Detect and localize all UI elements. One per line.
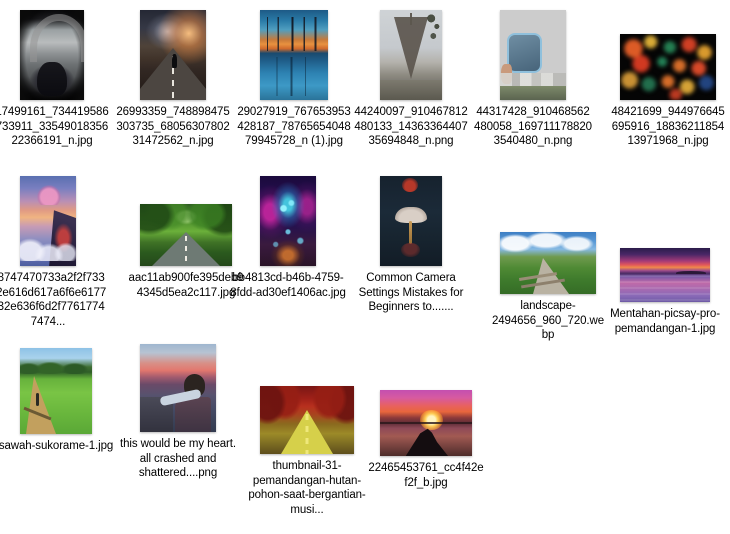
thumbnail-detail-dots [620, 34, 716, 100]
thumbnail-detail-tower [394, 17, 428, 80]
file-thumbnail-image[interactable] [500, 10, 566, 100]
thumbnail-detail-redbot [401, 242, 420, 257]
thumbnail-detail-horizon [380, 421, 472, 424]
file-name-label[interactable]: Common Camera Settings Mistakes for Begi… [352, 271, 470, 315]
file-name-label[interactable]: 29027919_767653953428187_787656540487994… [235, 105, 353, 149]
file-item[interactable]: aac11ab900fe395deb94345d5ea2c117.jpg [127, 170, 245, 300]
file-thumbnail-image[interactable] [140, 344, 216, 432]
file-item[interactable]: 22465453761_cc4f42ef2f_b.jpg [367, 360, 485, 490]
thumbnail-detail-boat [405, 428, 449, 456]
file-thumbnail-wrapper [119, 336, 237, 432]
file-name-label[interactable]: 26993359_748898475303735_680563078023147… [114, 105, 232, 149]
thumbnail-detail-island [675, 270, 707, 275]
file-thumbnail-image[interactable] [620, 248, 710, 302]
thumbnail-detail-tree [36, 185, 62, 205]
file-thumbnail-wrapper [229, 170, 347, 266]
file-thumbnail-image[interactable] [500, 232, 596, 294]
file-thumbnail-grid[interactable]: 17499161_734419586733911_335490183562236… [0, 0, 730, 534]
file-name-label[interactable]: 48421699_944976645695916_188362118541397… [609, 105, 727, 149]
file-thumbnail-image[interactable] [260, 386, 354, 454]
file-name-label[interactable]: 68747470733a2f2f73332e616d617a6f6e617773… [0, 271, 107, 329]
thumbnail-detail-stem [408, 221, 412, 245]
file-thumbnail-wrapper [248, 358, 366, 454]
thumbnail-detail-redtop [402, 177, 419, 193]
file-name-label[interactable]: bb4813cd-b46b-4759-8fdd-ad30ef1406ac.jpg [229, 271, 347, 300]
thumbnail-detail-clouds [20, 230, 76, 261]
file-item[interactable]: Common Camera Settings Mistakes for Begi… [352, 170, 470, 315]
file-item[interactable]: 26993359_748898475303735_680563078023147… [114, 4, 232, 149]
thumbnail-detail-arch [30, 13, 84, 62]
file-item[interactable]: 29027919_767653953428187_787656540487994… [235, 4, 353, 149]
thumbnail-detail-body [174, 396, 212, 432]
thumbnail-detail-trees [20, 361, 92, 374]
file-name-label[interactable]: aac11ab900fe395deb94345d5ea2c117.jpg [127, 271, 245, 300]
file-thumbnail-wrapper [606, 206, 724, 302]
file-thumbnail-wrapper [474, 4, 592, 100]
thumbnail-detail-center [305, 414, 309, 454]
file-thumbnail-wrapper [127, 170, 245, 266]
thumbnail-detail-centerline [185, 236, 187, 266]
file-thumbnail-image[interactable] [260, 176, 316, 266]
file-thumbnail-wrapper [0, 170, 107, 266]
file-thumbnail-wrapper [114, 4, 232, 100]
file-name-label[interactable]: 17499161_734419586733911_335490183562236… [0, 105, 111, 149]
file-item[interactable]: 44240097_910467812480133_143633644073569… [352, 4, 470, 149]
thumbnail-detail-card [506, 33, 543, 74]
file-item[interactable]: thumbnail-31-pemandangan-hutan-pohon-saa… [248, 358, 366, 517]
file-name-label[interactable]: this would be my heart. all crashed and … [119, 437, 237, 481]
file-item[interactable]: Mentahan-picsay-pro-pemandangan-1.jpg [606, 206, 724, 336]
file-item[interactable]: 68747470733a2f2f73332e616d617a6f6e617773… [0, 170, 107, 329]
file-name-label[interactable]: landscape-2494656_960_720.webp [489, 299, 607, 343]
file-item[interactable]: bb4813cd-b46b-4759-8fdd-ad30ef1406ac.jpg [229, 170, 347, 300]
thumbnail-detail-glove [36, 62, 68, 97]
file-item[interactable]: 17499161_734419586733911_335490183562236… [0, 4, 111, 149]
file-thumbnail-image[interactable] [20, 10, 84, 100]
thumbnail-detail-leaves [427, 11, 441, 45]
file-name-label[interactable]: 44240097_910467812480133_143633644073569… [352, 105, 470, 149]
file-item[interactable]: sawah-sukorame-1.jpg [0, 338, 115, 454]
thumbnail-detail-cars [500, 73, 566, 86]
thumbnail-detail-ground [500, 85, 566, 100]
file-item[interactable]: this would be my heart. all crashed and … [119, 336, 237, 481]
file-thumbnail-image[interactable] [20, 176, 76, 266]
thumbnail-detail-base [380, 80, 442, 100]
thumbnail-detail-sun [420, 409, 443, 430]
thumbnail-detail-orbs [260, 176, 316, 266]
file-thumbnail-wrapper [489, 198, 607, 294]
file-thumbnail-image[interactable] [260, 10, 328, 100]
file-name-label[interactable]: 44317428_910468562480058_169711178820354… [474, 105, 592, 149]
thumbnail-detail-trunks [260, 17, 328, 52]
file-name-label[interactable]: Mentahan-picsay-pro-pemandangan-1.jpg [606, 307, 724, 336]
file-thumbnail-image[interactable] [380, 176, 442, 266]
file-thumbnail-image[interactable] [380, 10, 442, 100]
thumbnail-detail-shimmer [620, 275, 710, 302]
file-thumbnail-wrapper [352, 4, 470, 100]
file-name-label[interactable]: 22465453761_cc4f42ef2f_b.jpg [367, 461, 485, 490]
file-thumbnail-wrapper [609, 4, 727, 100]
thumbnail-detail-clouds [500, 232, 596, 254]
thumbnail-detail-path [25, 376, 56, 434]
thumbnail-detail-post [35, 392, 39, 407]
thumbnail-detail-spire [410, 12, 412, 25]
file-thumbnail-image[interactable] [620, 34, 716, 100]
file-item[interactable]: 44317428_910468562480058_169711178820354… [474, 4, 592, 149]
file-thumbnail-wrapper [235, 4, 353, 100]
thumbnail-detail-figure [172, 53, 178, 68]
file-name-label[interactable]: thumbnail-31-pemandangan-hutan-pohon-saa… [248, 459, 366, 517]
file-thumbnail-wrapper [367, 360, 485, 456]
file-thumbnail-image[interactable] [140, 10, 206, 100]
file-thumbnail-image[interactable] [140, 204, 232, 266]
file-thumbnail-wrapper [0, 338, 115, 434]
file-thumbnail-image[interactable] [20, 348, 92, 434]
thumbnail-detail-refl [260, 56, 328, 97]
file-thumbnail-wrapper [352, 170, 470, 266]
file-name-label[interactable]: sawah-sukorame-1.jpg [0, 439, 115, 454]
file-thumbnail-image[interactable] [380, 390, 472, 456]
file-item[interactable]: 48421699_944976645695916_188362118541397… [609, 4, 727, 149]
file-thumbnail-wrapper [0, 4, 111, 100]
file-item[interactable]: landscape-2494656_960_720.webp [489, 198, 607, 343]
